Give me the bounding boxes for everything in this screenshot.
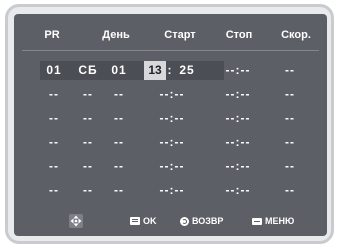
cell-speed[interactable]: --	[276, 130, 304, 154]
cell-pr[interactable]: --	[40, 130, 68, 154]
header-stop: Стоп	[225, 29, 253, 41]
cell-day[interactable]: --	[76, 154, 100, 178]
cell-pr[interactable]: --	[40, 154, 68, 178]
cell-stop[interactable]: --:--	[210, 58, 266, 82]
four-way-arrows-icon	[69, 214, 83, 228]
timer-row-active[interactable]: 01 СБ 01 13 : 25 --:-- --	[14, 58, 327, 82]
ok-label: OK	[143, 216, 157, 226]
table-header: PR День Старт Стоп Скор.	[14, 24, 327, 46]
header-divider	[22, 50, 319, 51]
return-hint[interactable]: ВОЗВР	[180, 210, 223, 232]
return-icon	[180, 216, 189, 226]
ok-icon	[130, 217, 140, 225]
cell-speed[interactable]: --	[276, 178, 304, 202]
cell-stop[interactable]: --:--	[210, 154, 266, 178]
cell-speed[interactable]: --	[276, 106, 304, 130]
cell-date[interactable]: --	[106, 82, 132, 106]
cell-pr[interactable]: 01	[40, 58, 68, 82]
cell-day[interactable]: --	[76, 130, 100, 154]
cell-pr[interactable]: --	[40, 178, 68, 202]
header-day: День	[102, 29, 130, 41]
menu-icon	[252, 217, 262, 225]
menu-hint[interactable]: МЕНЮ	[252, 210, 294, 232]
cell-pr[interactable]: --	[40, 106, 68, 130]
cell-start-minute[interactable]: 25	[174, 58, 200, 82]
cell-date[interactable]: --	[106, 106, 132, 130]
cell-day[interactable]: --	[76, 82, 100, 106]
cell-day[interactable]: --	[76, 178, 100, 202]
cell-start[interactable]: --:--	[142, 178, 202, 202]
cell-start-hour[interactable]: 13	[144, 61, 166, 80]
timer-programming-screen: PR День Старт Стоп Скор. 01 СБ 01 13 : 2…	[14, 14, 327, 236]
cell-stop[interactable]: --:--	[210, 130, 266, 154]
cell-stop[interactable]: --:--	[210, 82, 266, 106]
cell-speed[interactable]: --	[276, 154, 304, 178]
cell-speed[interactable]: --	[276, 82, 304, 106]
cell-day[interactable]: СБ	[76, 58, 100, 82]
header-pr: PR	[44, 29, 60, 41]
button-guide: OK ВОЗВР МЕНЮ	[14, 210, 327, 232]
return-label: ВОЗВР	[192, 216, 224, 226]
cell-date[interactable]: --	[106, 130, 132, 154]
cell-start[interactable]: --:--	[142, 106, 202, 130]
cell-day[interactable]: --	[76, 106, 100, 130]
cell-start[interactable]: --:--	[142, 130, 202, 154]
timer-list: 01 СБ 01 13 : 25 --:-- -- -- -- -- --:--…	[14, 58, 327, 202]
timer-row[interactable]: -- -- -- --:-- --:-- --	[14, 154, 327, 178]
header-speed: Скор.	[281, 29, 311, 41]
timer-row[interactable]: -- -- -- --:-- --:-- --	[14, 106, 327, 130]
header-start: Старт	[164, 29, 196, 41]
cell-date[interactable]: 01	[106, 58, 132, 82]
cell-speed[interactable]: --	[276, 58, 304, 82]
cell-date[interactable]: --	[106, 154, 132, 178]
cell-start[interactable]: --:--	[142, 154, 202, 178]
cell-stop[interactable]: --:--	[210, 178, 266, 202]
cell-stop[interactable]: --:--	[210, 106, 266, 130]
cell-start-colon: :	[167, 63, 173, 77]
timer-row[interactable]: -- -- -- --:-- --:-- --	[14, 130, 327, 154]
timer-row[interactable]: -- -- -- --:-- --:-- --	[14, 178, 327, 202]
cell-start[interactable]: --:--	[142, 82, 202, 106]
menu-label: МЕНЮ	[265, 216, 295, 226]
cell-date[interactable]: --	[106, 178, 132, 202]
timer-row[interactable]: -- -- -- --:-- --:-- --	[14, 82, 327, 106]
ok-hint[interactable]: OK	[130, 210, 157, 232]
cell-pr[interactable]: --	[40, 82, 68, 106]
